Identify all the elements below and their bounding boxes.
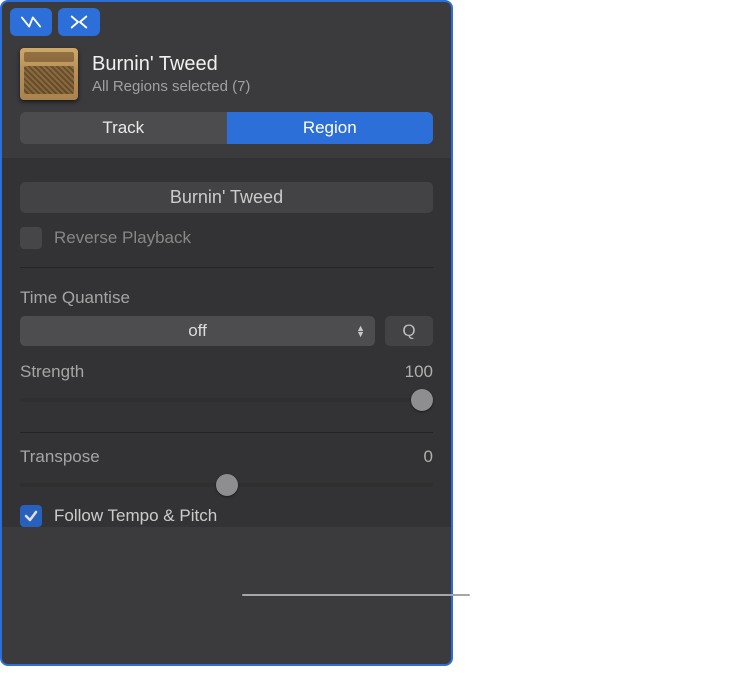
collapse-button[interactable]	[58, 8, 100, 36]
region-name-field[interactable]: Burnin' Tweed	[20, 182, 433, 213]
loop-mode-button[interactable]	[10, 8, 52, 36]
reverse-playback-row[interactable]: Reverse Playback	[20, 227, 433, 249]
quantise-button[interactable]: Q	[385, 316, 433, 346]
reverse-playback-checkbox[interactable]	[20, 227, 42, 249]
strength-slider[interactable]	[20, 386, 433, 414]
follow-tempo-pitch-row[interactable]: Follow Tempo & Pitch	[20, 505, 433, 527]
track-region-segmented: Track Region	[20, 112, 433, 144]
transpose-value: 0	[424, 447, 433, 467]
track-title: Burnin' Tweed	[92, 53, 250, 76]
tab-region[interactable]: Region	[227, 112, 434, 144]
strength-label: Strength	[20, 362, 84, 382]
toolbar	[2, 2, 451, 40]
transpose-slider[interactable]	[20, 471, 433, 499]
strength-value: 100	[405, 362, 433, 382]
amp-icon	[20, 48, 78, 100]
reverse-playback-label: Reverse Playback	[54, 228, 191, 248]
follow-tempo-pitch-label: Follow Tempo & Pitch	[54, 506, 217, 526]
follow-tempo-pitch-checkbox[interactable]	[20, 505, 42, 527]
track-header: Burnin' Tweed All Regions selected (7)	[2, 40, 451, 112]
time-quantise-label: Time Quantise	[20, 288, 433, 308]
time-quantise-value: off	[188, 321, 207, 341]
callout-line	[242, 594, 470, 596]
selection-subtitle: All Regions selected (7)	[92, 78, 250, 95]
chevron-up-down-icon: ▲▼	[356, 325, 365, 337]
inspector-panel: Burnin' Tweed All Regions selected (7) T…	[0, 0, 453, 666]
slider-thumb[interactable]	[411, 389, 433, 411]
time-quantise-dropdown[interactable]: off ▲▼	[20, 316, 375, 346]
tab-track[interactable]: Track	[20, 112, 227, 144]
transpose-label: Transpose	[20, 447, 100, 467]
slider-thumb[interactable]	[216, 474, 238, 496]
